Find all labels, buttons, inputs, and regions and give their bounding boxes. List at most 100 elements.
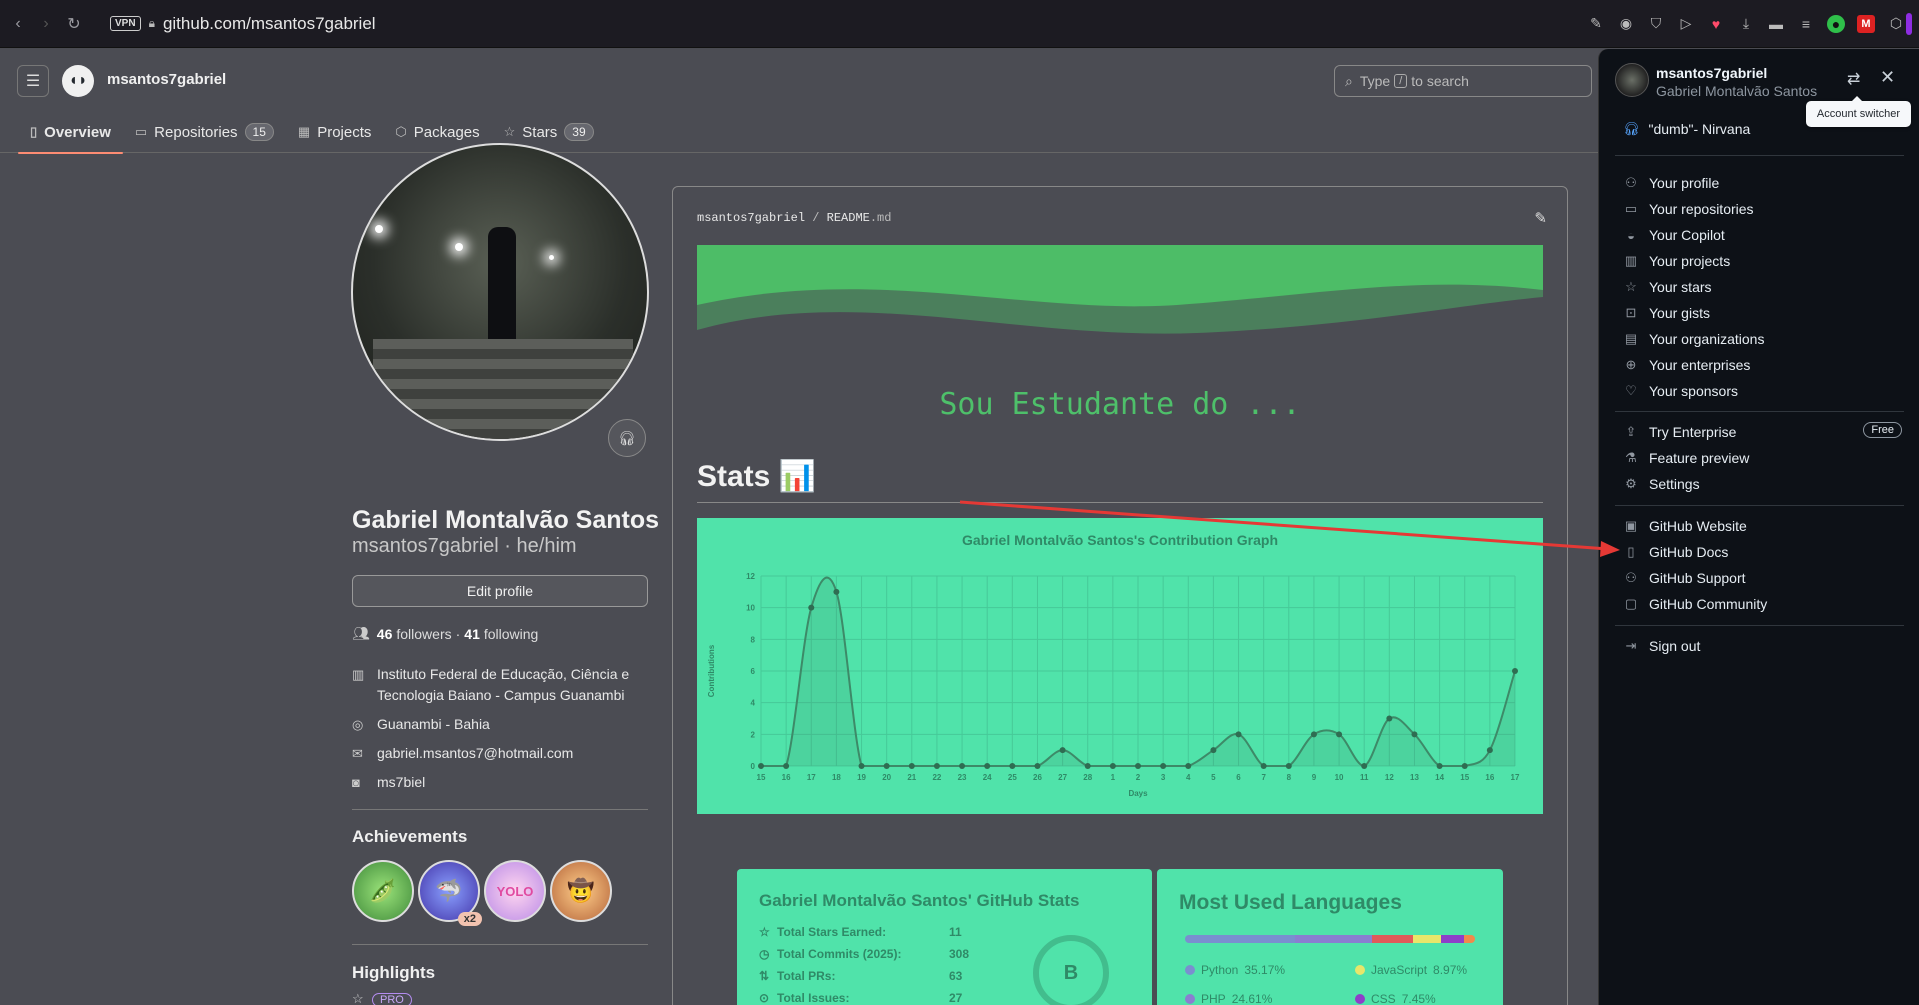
menu-github-docs[interactable]: ▯ GitHub Docs — [1623, 539, 1904, 565]
data-point — [1310, 731, 1317, 738]
language-bar-segment — [1372, 935, 1413, 943]
sidebar-indicator — [1899, 0, 1919, 48]
header-username[interactable]: msantos7gabriel — [107, 71, 226, 88]
divider — [352, 809, 648, 810]
followers-count[interactable]: 46 — [377, 626, 393, 642]
data-point — [783, 763, 790, 769]
x-tick-label: 24 — [983, 773, 992, 782]
menu-label: GitHub Support — [1649, 570, 1746, 586]
typing-animation-text: Sou Estudante do ... — [939, 387, 1301, 422]
menu-your-copilot[interactable]: ◒ Your Copilot — [1623, 222, 1904, 248]
menu-github-community[interactable]: ▢ GitHub Community — [1623, 591, 1904, 617]
download-icon[interactable]: ⤓ — [1737, 15, 1755, 33]
panel-full-name: Gabriel Montalvão Santos — [1656, 83, 1818, 99]
achievement-yolo-icon[interactable]: YOLO — [484, 860, 546, 922]
menu-label: Settings — [1649, 476, 1700, 492]
languages-card: Most Used Languages Python 35.17% JavaSc… — [1157, 869, 1503, 1005]
battery-icon[interactable]: ▬ — [1767, 15, 1785, 33]
close-icon[interactable]: ✕ — [1880, 67, 1895, 88]
menu-sign-out[interactable]: ⇥ Sign out — [1623, 633, 1904, 659]
edit-page-icon[interactable]: ✎ — [1587, 15, 1605, 33]
issue-icon: ⊙ — [759, 991, 770, 1005]
menu-github-website[interactable]: ▣ GitHub Website — [1623, 513, 1904, 539]
grade-ring: B — [1033, 935, 1109, 1005]
search-suffix: to search — [1411, 73, 1469, 89]
stat-label: Total PRs: — [777, 969, 836, 983]
camera-icon[interactable]: ◉ — [1617, 15, 1635, 33]
menu-your-enterprises[interactable]: ⊕ Your enterprises — [1623, 352, 1904, 378]
data-point — [833, 588, 840, 595]
readme-owner-link[interactable]: msantos7gabriel — [697, 211, 805, 225]
menu-feature-preview[interactable]: ⚗ Feature preview — [1623, 445, 1904, 471]
lock-icon[interactable]: 🔒︎ — [149, 16, 155, 31]
y-tick-label: 4 — [751, 699, 756, 708]
readme-file-name[interactable]: README — [827, 211, 870, 225]
social-link[interactable]: ms7biel — [377, 772, 425, 793]
menu-label: Your gists — [1649, 305, 1710, 321]
menu-your-organizations[interactable]: ▤ Your organizations — [1623, 326, 1904, 352]
menu-your-sponsors[interactable]: ♡ Your sponsors — [1623, 378, 1904, 404]
data-point — [1185, 763, 1192, 769]
tab-label: Overview — [44, 123, 111, 141]
stats-heading: Stats 📊 — [697, 460, 817, 493]
menu-label: GitHub Docs — [1649, 544, 1729, 560]
menu-your-repositories[interactable]: ▭ Your repositories — [1623, 196, 1904, 222]
menu-settings[interactable]: ⚙ Settings — [1623, 471, 1904, 497]
github-logo-icon[interactable]: ◖◗ — [62, 65, 94, 97]
x-tick-label: 14 — [1435, 773, 1444, 782]
achievement-pull-shark-icon[interactable]: 🦈 x2 — [418, 860, 482, 926]
menu-try-enterprise[interactable]: ⇪ Try Enterprise Free — [1623, 419, 1904, 445]
menu-your-stars[interactable]: ☆ Your stars — [1623, 274, 1904, 300]
menu-github-support[interactable]: ⚇ GitHub Support — [1623, 565, 1904, 591]
menu-your-profile[interactable]: ⚇ Your profile — [1623, 170, 1904, 196]
menu-label: Try Enterprise — [1649, 424, 1737, 440]
data-point — [1235, 731, 1242, 738]
pencil-icon[interactable]: ✎ — [1534, 209, 1547, 227]
x-tick-label: 15 — [1460, 773, 1469, 782]
x-tick-label: 4 — [1186, 773, 1191, 782]
account-switcher-icon[interactable]: ⇄ — [1847, 69, 1860, 89]
forward-icon[interactable]: › — [32, 10, 60, 38]
data-point — [1135, 763, 1141, 769]
readme-box: msantos7gabriel / README.md ✎ Sou Estuda… — [672, 186, 1568, 1005]
search-input[interactable]: ⌕ Type / to search — [1334, 65, 1592, 97]
organization-icon: ▥ — [352, 667, 365, 682]
following-link[interactable]: following — [484, 626, 538, 642]
following-count[interactable]: 41 — [464, 626, 480, 642]
data-point — [933, 763, 940, 769]
reload-icon[interactable]: ↻ — [60, 10, 88, 38]
stat-label: Total Stars Earned: — [777, 925, 887, 939]
repositories-counter: 15 — [244, 123, 274, 141]
achievements-heading[interactable]: Achievements — [352, 827, 467, 847]
menu-icon[interactable]: ≡ — [1797, 15, 1815, 33]
menu-your-projects[interactable]: ▥ Your projects — [1623, 248, 1904, 274]
x-tick-label: 7 — [1261, 773, 1266, 782]
play-icon[interactable]: ▷ — [1677, 15, 1695, 33]
url-text[interactable]: github.com/msantos7gabriel — [163, 14, 376, 34]
heart-icon[interactable]: ♥ — [1707, 15, 1725, 33]
pr-icon: ⇅ — [759, 969, 770, 983]
tab-repositories[interactable]: ▭ Repositories 15 — [123, 111, 286, 153]
profile-avatar[interactable] — [351, 143, 649, 441]
y-tick-label: 10 — [746, 604, 755, 613]
back-icon[interactable]: ‹ — [4, 10, 32, 38]
tab-projects[interactable]: ▦ Projects — [286, 111, 383, 153]
extension-avatar-icon[interactable]: ● — [1827, 14, 1845, 33]
email-link[interactable]: gabriel.msantos7@hotmail.com — [377, 743, 573, 764]
shield-icon[interactable]: ⛉ — [1647, 15, 1665, 33]
status-item[interactable]: 🎧︎ "dumb"- Nirvana — [1623, 121, 1750, 137]
menu-your-gists[interactable]: ⊡ Your gists — [1623, 300, 1904, 326]
edit-profile-button[interactable]: Edit profile — [352, 575, 648, 607]
mail-extension-icon[interactable]: M — [1857, 14, 1875, 33]
vpn-badge[interactable]: VPN — [110, 16, 141, 31]
address-bar[interactable]: VPN 🔒︎ github.com/msantos7gabriel — [110, 7, 1587, 41]
language-dot — [1355, 994, 1365, 1004]
x-tick-label: 16 — [1485, 773, 1494, 782]
achievement-quickdraw-icon[interactable]: 🤠 — [550, 860, 612, 922]
followers-link[interactable]: followers — [396, 626, 451, 642]
github-header: ☰ ◖◗ msantos7gabriel ⌕ Type / to search … — [0, 49, 1598, 154]
tab-overview[interactable]: ▯ Overview — [18, 111, 123, 154]
hamburger-menu-icon[interactable]: ☰ — [17, 65, 49, 97]
headphones-status-icon[interactable]: 🎧︎ — [608, 419, 646, 457]
achievement-pair-extraordinaire-icon[interactable]: 🫛 — [352, 860, 414, 922]
